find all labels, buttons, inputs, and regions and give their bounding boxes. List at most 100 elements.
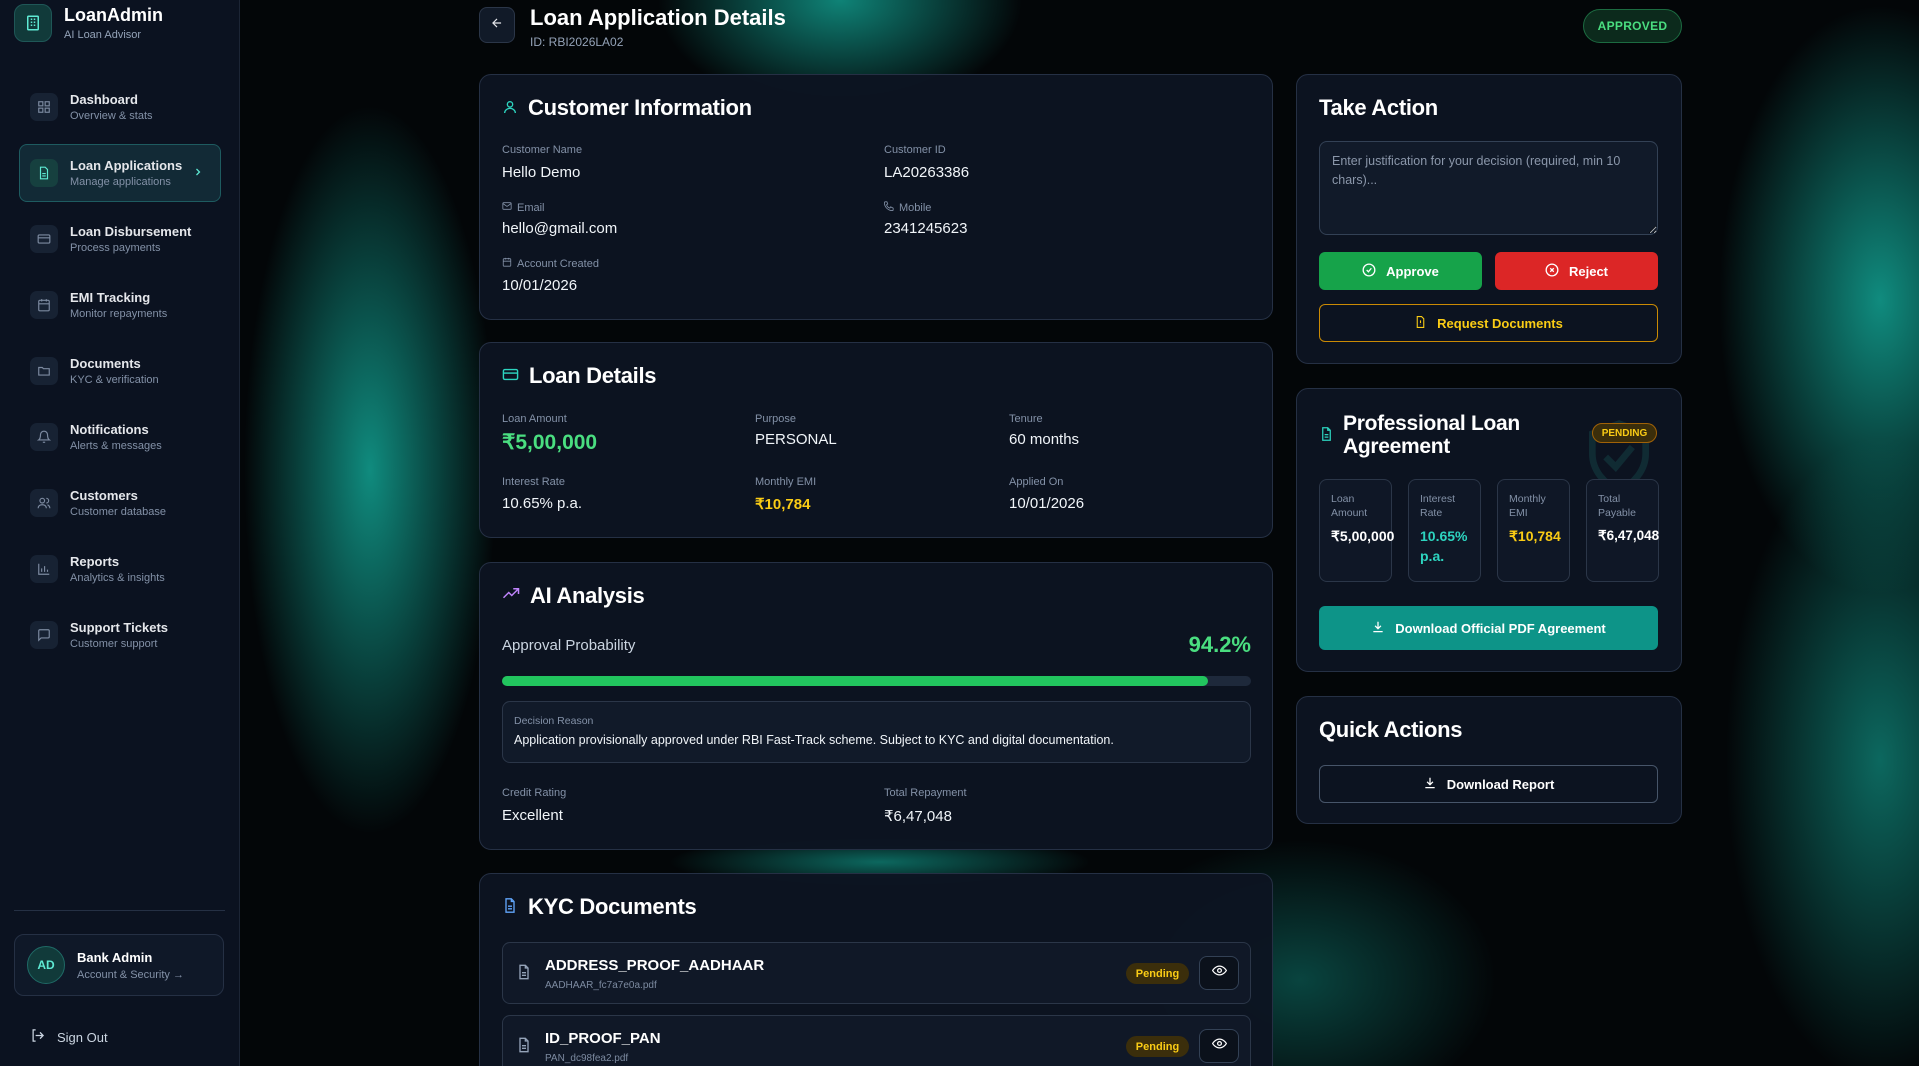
approval-progress-fill — [502, 676, 1208, 686]
card-title: Take Action — [1319, 95, 1438, 120]
application-id: ID: RBI2026LA02 — [530, 35, 624, 49]
mini-value: ₹10,784 — [1509, 528, 1561, 544]
customer-id-label: Customer ID — [884, 144, 946, 156]
download-icon — [1423, 776, 1437, 793]
file-text-icon — [30, 159, 58, 187]
mail-icon — [502, 201, 512, 214]
credit-card-icon — [502, 363, 519, 389]
bell-icon — [30, 423, 58, 451]
mini-value: ₹6,47,048 — [1598, 528, 1660, 543]
sidebar-item-loan-disbursement[interactable]: Loan Disbursement Process payments — [19, 210, 221, 268]
sidebar-item-label: Notifications — [70, 422, 149, 437]
decision-reason-box: Decision Reason Application provisionall… — [502, 701, 1251, 763]
approval-probability-value: 94.2% — [1188, 632, 1251, 657]
mini-label: Monthly EMI — [1509, 493, 1546, 519]
card-title: AI Analysis — [530, 583, 645, 608]
sidebar-item-support-tickets[interactable]: Support Tickets Customer support — [19, 606, 221, 664]
sidebar-item-label: Dashboard — [70, 92, 138, 107]
arrow-left-icon — [490, 16, 504, 35]
customer-name-label: Customer Name — [502, 144, 583, 156]
sign-out-button[interactable]: Sign Out — [30, 1028, 108, 1046]
request-documents-button[interactable]: Request Documents — [1319, 304, 1658, 342]
customer-id: LA20263386 — [884, 164, 970, 181]
email-label: Email — [502, 201, 545, 214]
sidebar-item-dashboard[interactable]: Dashboard Overview & stats — [19, 78, 221, 136]
tenure: 60 months — [1009, 431, 1080, 448]
sidebar-item-sub: KYC & verification — [70, 374, 159, 386]
agreement-monthly-emi-box: Monthly EMI ₹10,784 — [1497, 479, 1570, 582]
user-account-link: Account & Security → — [77, 968, 184, 981]
sidebar-item-label: Support Tickets — [70, 620, 169, 635]
sidebar-item-sub: Monitor repayments — [70, 308, 168, 320]
applied-on-label: Applied On — [1009, 476, 1064, 488]
document-file: PAN_dc98fea2.pdf — [545, 1053, 629, 1064]
sidebar-item-label: Customers — [70, 488, 138, 503]
file-text-icon — [502, 894, 518, 920]
sign-out-label: Sign Out — [57, 1029, 108, 1045]
avatar: AD — [27, 946, 65, 984]
customer-mobile: 2341245623 — [884, 220, 968, 237]
sidebar-item-sub: Customer database — [70, 506, 166, 518]
credit-card-icon — [30, 225, 58, 253]
card-title: Professional Loan Agreement — [1343, 412, 1520, 458]
purpose: PERSONAL — [755, 431, 837, 448]
list-item: ID_PROOF_PAN PAN_dc98fea2.pdf Pending — [502, 1015, 1251, 1066]
customer-email: hello@gmail.com — [502, 220, 618, 237]
account-created: 10/01/2026 — [502, 277, 578, 294]
download-icon — [1371, 620, 1385, 637]
justification-input[interactable] — [1319, 141, 1658, 235]
trending-up-icon — [502, 583, 520, 609]
sidebar-item-documents[interactable]: Documents KYC & verification — [19, 342, 221, 400]
reject-button[interactable]: Reject — [1495, 252, 1658, 290]
back-button[interactable] — [479, 7, 515, 43]
page-title: Loan Application Details — [530, 5, 786, 30]
ai-analysis-card: AI Analysis Approval Probability 94.2% D… — [479, 562, 1273, 850]
sidebar-item-emi-tracking[interactable]: EMI Tracking Monitor repayments — [19, 276, 221, 334]
users-icon — [30, 489, 58, 517]
decision-reason-label: Decision Reason — [514, 715, 594, 727]
x-circle-icon — [1545, 263, 1559, 280]
eye-icon — [1211, 1036, 1227, 1056]
account-created-label-text: Account Created — [517, 257, 599, 270]
eye-icon — [1211, 963, 1227, 983]
status-badge: Pending — [1126, 1036, 1189, 1057]
building-icon — [14, 4, 52, 42]
approve-label: Approve — [1386, 263, 1439, 279]
download-report-label: Download Report — [1446, 776, 1555, 792]
user-name: Bank Admin — [77, 949, 153, 965]
sidebar-nav: Dashboard Overview & stats Loan Applicati… — [19, 78, 221, 672]
email-label-text: Email — [517, 201, 545, 214]
grid-icon — [30, 93, 58, 121]
sidebar-item-notifications[interactable]: Notifications Alerts & messages — [19, 408, 221, 466]
approve-button[interactable]: Approve — [1319, 252, 1482, 290]
loan-amount-label: Loan Amount — [502, 413, 567, 425]
mini-label: Interest Rate — [1420, 493, 1456, 519]
mini-value: ₹5,00,000 — [1331, 528, 1395, 544]
customer-info-card: Customer Information Customer Name Hello… — [479, 74, 1273, 320]
view-document-button[interactable] — [1199, 956, 1239, 990]
sidebar-item-sub: Process payments — [70, 242, 161, 254]
sidebar-item-reports[interactable]: Reports Analytics & insights — [19, 540, 221, 598]
quick-actions-card: Quick Actions Download Report — [1296, 696, 1682, 824]
card-title: Loan Details — [529, 363, 657, 388]
sidebar-item-customers[interactable]: Customers Customer database — [19, 474, 221, 532]
view-document-button[interactable] — [1199, 1029, 1239, 1063]
download-report-button[interactable]: Download Report — [1319, 765, 1658, 803]
sidebar-item-sub: Overview & stats — [70, 110, 153, 122]
monthly-emi: ₹10,784 — [755, 496, 811, 513]
card-title: KYC Documents — [528, 894, 697, 919]
approval-probability-label: Approval Probability — [502, 637, 636, 654]
sidebar-item-label: Loan Applications — [70, 158, 183, 173]
document-icon — [516, 1036, 532, 1059]
list-item: ADDRESS_PROOF_AADHAAR AADHAAR_fc7a7e0a.p… — [502, 942, 1251, 1004]
account-created-label: Account Created — [502, 257, 599, 270]
loan-details-card: Loan Details Loan Amount ₹5,00,000 Purpo… — [479, 342, 1273, 538]
user-card[interactable]: AD Bank Admin Account & Security → — [14, 934, 224, 996]
interest-rate-label: Interest Rate — [502, 476, 565, 488]
download-pdf-button[interactable]: Download Official PDF Agreement — [1319, 606, 1658, 650]
sidebar-item-sub: Alerts & messages — [70, 440, 162, 452]
total-repayment-label: Total Repayment — [884, 787, 967, 799]
chevron-right-icon — [192, 165, 204, 183]
sidebar: LoanAdmin AI Loan Advisor Dashboard Overv… — [0, 0, 240, 1066]
sidebar-item-loan-applications[interactable]: Loan Applications Manage applications — [19, 144, 221, 202]
